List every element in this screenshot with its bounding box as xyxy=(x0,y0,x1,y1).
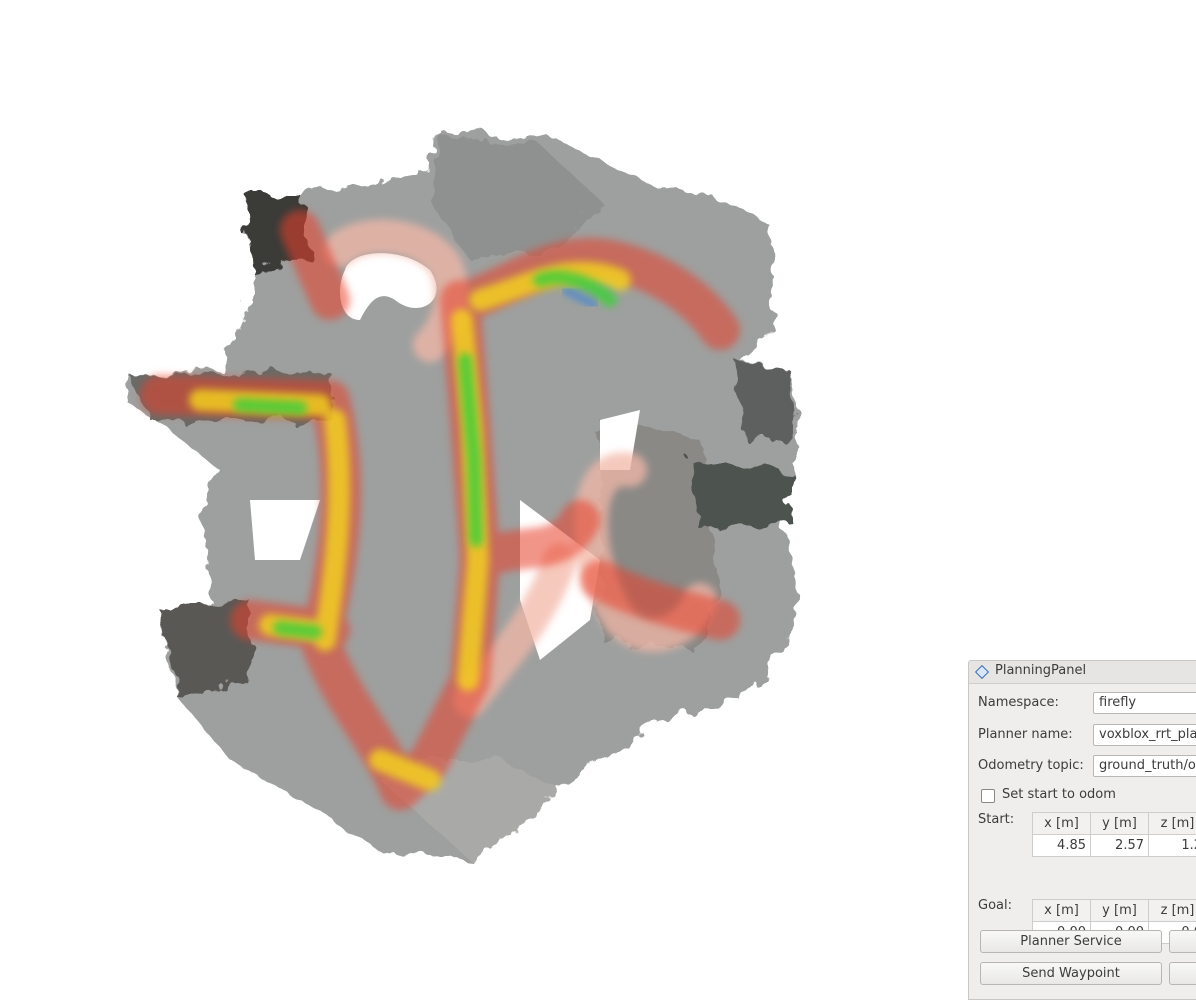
goal-col-x: x [m] xyxy=(1033,900,1091,922)
secondary-button-top[interactable] xyxy=(1169,930,1196,953)
planner-name-label: Planner name: xyxy=(978,727,1073,742)
odometry-topic-label: Odometry topic: xyxy=(978,758,1084,773)
start-x-cell[interactable]: 4.85 xyxy=(1033,835,1091,857)
odometry-topic-input[interactable]: ground_truth/o xyxy=(1093,755,1196,777)
panel-titlebar[interactable]: PlanningPanel xyxy=(969,661,1196,684)
panel-title: PlanningPanel xyxy=(995,663,1086,678)
secondary-button-bottom[interactable] xyxy=(1169,962,1196,985)
send-waypoint-button[interactable]: Send Waypoint xyxy=(980,962,1162,985)
start-label: Start: xyxy=(978,812,1014,827)
start-col-z: z [m] xyxy=(1149,813,1196,835)
goal-col-z: z [m] xyxy=(1149,900,1196,922)
start-z-cell[interactable]: 1.2 xyxy=(1149,835,1196,857)
namespace-label: Namespace: xyxy=(978,695,1059,710)
rviz-panel-icon xyxy=(975,665,989,679)
set-start-label: Set start to odom xyxy=(1002,787,1116,802)
start-pose-table: x [m] y [m] z [m] 4.85 2.57 1.2 xyxy=(1032,812,1196,857)
planning-panel: PlanningPanel Namespace: firefly Planner… xyxy=(968,660,1196,1000)
namespace-input[interactable]: firefly xyxy=(1093,692,1196,714)
planner-name-input[interactable]: voxblox_rrt_pla xyxy=(1093,724,1196,746)
planner-service-button[interactable]: Planner Service xyxy=(980,930,1162,953)
goal-col-y: y [m] xyxy=(1091,900,1149,922)
goal-label: Goal: xyxy=(978,898,1012,913)
set-start-checkbox[interactable] xyxy=(981,789,995,803)
start-col-x: x [m] xyxy=(1033,813,1091,835)
start-col-y: y [m] xyxy=(1091,813,1149,835)
start-y-cell[interactable]: 2.57 xyxy=(1091,835,1149,857)
